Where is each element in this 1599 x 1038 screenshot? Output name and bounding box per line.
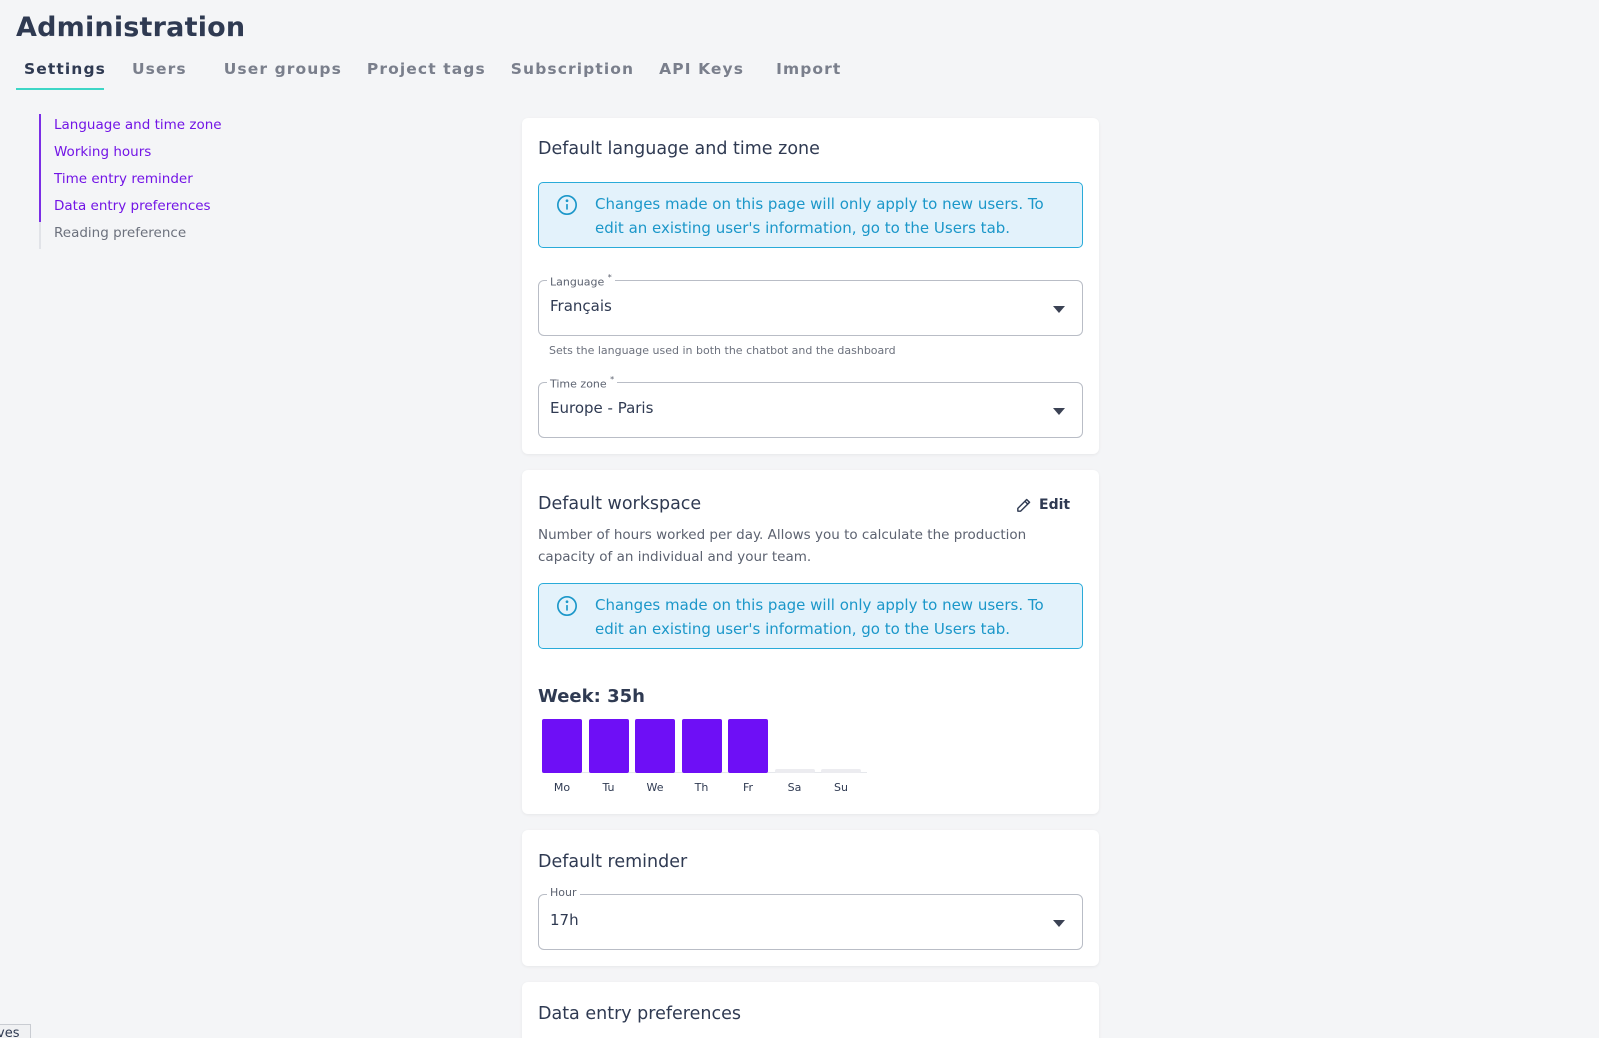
day-label: Sa: [787, 781, 802, 794]
time-zone-label: Time zone: [550, 377, 607, 391]
tab-import[interactable]: Import: [776, 56, 841, 90]
caret-down-icon: [1053, 306, 1065, 313]
workspace-description: Number of hours worked per day. Allows y…: [538, 527, 1027, 565]
page-title: Administration: [16, 12, 246, 43]
card-title: Default workspace: [538, 494, 702, 514]
info-alert: Changes made on this page will only appl…: [538, 182, 1083, 248]
day-bar: [728, 719, 768, 773]
tab-bar: Settings Users User groups Project tags …: [16, 56, 841, 90]
day-label: Mo: [553, 781, 571, 794]
day-label: Tu: [602, 781, 615, 794]
tab-user-groups[interactable]: User groups: [224, 56, 342, 90]
sidebar-item-reading-preference[interactable]: Reading preference: [39, 222, 222, 249]
info-alert-text: Changes made on this page will only appl…: [595, 596, 1044, 638]
required-mark: *: [607, 273, 612, 282]
day-column[interactable]: Th: [681, 718, 722, 794]
language-helper-text: Sets the language used in both the chatb…: [549, 344, 896, 357]
language-select[interactable]: Language * Français: [538, 272, 1083, 336]
tab-project-tags[interactable]: Project tags: [367, 56, 486, 90]
day-bar: [635, 719, 675, 773]
data-entry-preferences-card: Data entry preferences: [522, 982, 1099, 1038]
day-column[interactable]: We: [635, 718, 675, 794]
sidebar-item-language-time-zone[interactable]: Language and time zone: [39, 114, 222, 141]
day-bar: [681, 719, 722, 773]
day-bar: [774, 769, 815, 773]
field-label: Time zone *: [547, 374, 618, 392]
sidebar-item-working-hours[interactable]: Working hours: [39, 141, 222, 168]
info-alert: Changes made on this page will only appl…: [538, 583, 1083, 649]
language-label: Language: [550, 275, 605, 289]
required-mark: *: [610, 375, 615, 384]
language-time-zone-card: Default language and time zone Changes m…: [522, 118, 1099, 454]
day-label: Th: [694, 781, 709, 794]
pencil-icon: [1017, 498, 1031, 512]
caret-down-icon: [1053, 408, 1065, 415]
day-bar: [542, 719, 582, 773]
card-title: Default language and time zone: [538, 139, 820, 159]
day-label: We: [646, 781, 664, 794]
field-label: Language *: [547, 272, 615, 290]
settings-side-nav: Language and time zone Working hours Tim…: [39, 114, 222, 249]
info-icon: [557, 195, 577, 215]
hour-label: Hour: [547, 886, 580, 900]
edit-button[interactable]: Edit: [1015, 494, 1070, 516]
corner-tab[interactable]: ves: [0, 1024, 31, 1038]
week-total: Week: 35h: [538, 686, 645, 707]
caret-down-icon: [1053, 920, 1065, 927]
time-zone-select[interactable]: Time zone * Europe - Paris: [538, 374, 1083, 438]
info-icon: [557, 596, 577, 616]
tab-api-keys[interactable]: API Keys: [659, 56, 744, 90]
day-label: Su: [834, 781, 848, 794]
hour-value: 17h: [550, 911, 579, 929]
card-title: Data entry preferences: [538, 1004, 741, 1024]
default-reminder-card: Default reminder Hour 17h: [522, 830, 1099, 966]
language-value: Français: [550, 297, 612, 315]
day-bar: [588, 719, 629, 773]
day-bar: [821, 769, 861, 773]
tab-users[interactable]: Users: [132, 56, 187, 90]
day-column[interactable]: Tu: [588, 718, 629, 794]
hour-select[interactable]: Hour 17h: [538, 886, 1083, 950]
card-title: Default reminder: [538, 852, 688, 872]
day-column[interactable]: Su: [821, 718, 861, 794]
day-label: Fr: [742, 781, 754, 794]
tab-settings[interactable]: Settings: [16, 56, 105, 90]
edit-label: Edit: [1039, 497, 1071, 513]
sidebar-item-time-entry-reminder[interactable]: Time entry reminder: [39, 168, 222, 195]
working-hours-chart: Mo Tu We Th Fr Sa Su: [542, 718, 867, 794]
tab-subscription[interactable]: Subscription: [511, 56, 634, 90]
day-column[interactable]: Sa: [774, 718, 815, 794]
day-column[interactable]: Mo: [542, 718, 582, 794]
day-column[interactable]: Fr: [728, 718, 768, 794]
time-zone-value: Europe - Paris: [550, 399, 654, 417]
sidebar-item-data-entry-preferences[interactable]: Data entry preferences: [39, 195, 222, 222]
info-alert-text: Changes made on this page will only appl…: [595, 195, 1044, 237]
default-workspace-card: Default workspace Edit Number of hours w…: [522, 470, 1099, 814]
